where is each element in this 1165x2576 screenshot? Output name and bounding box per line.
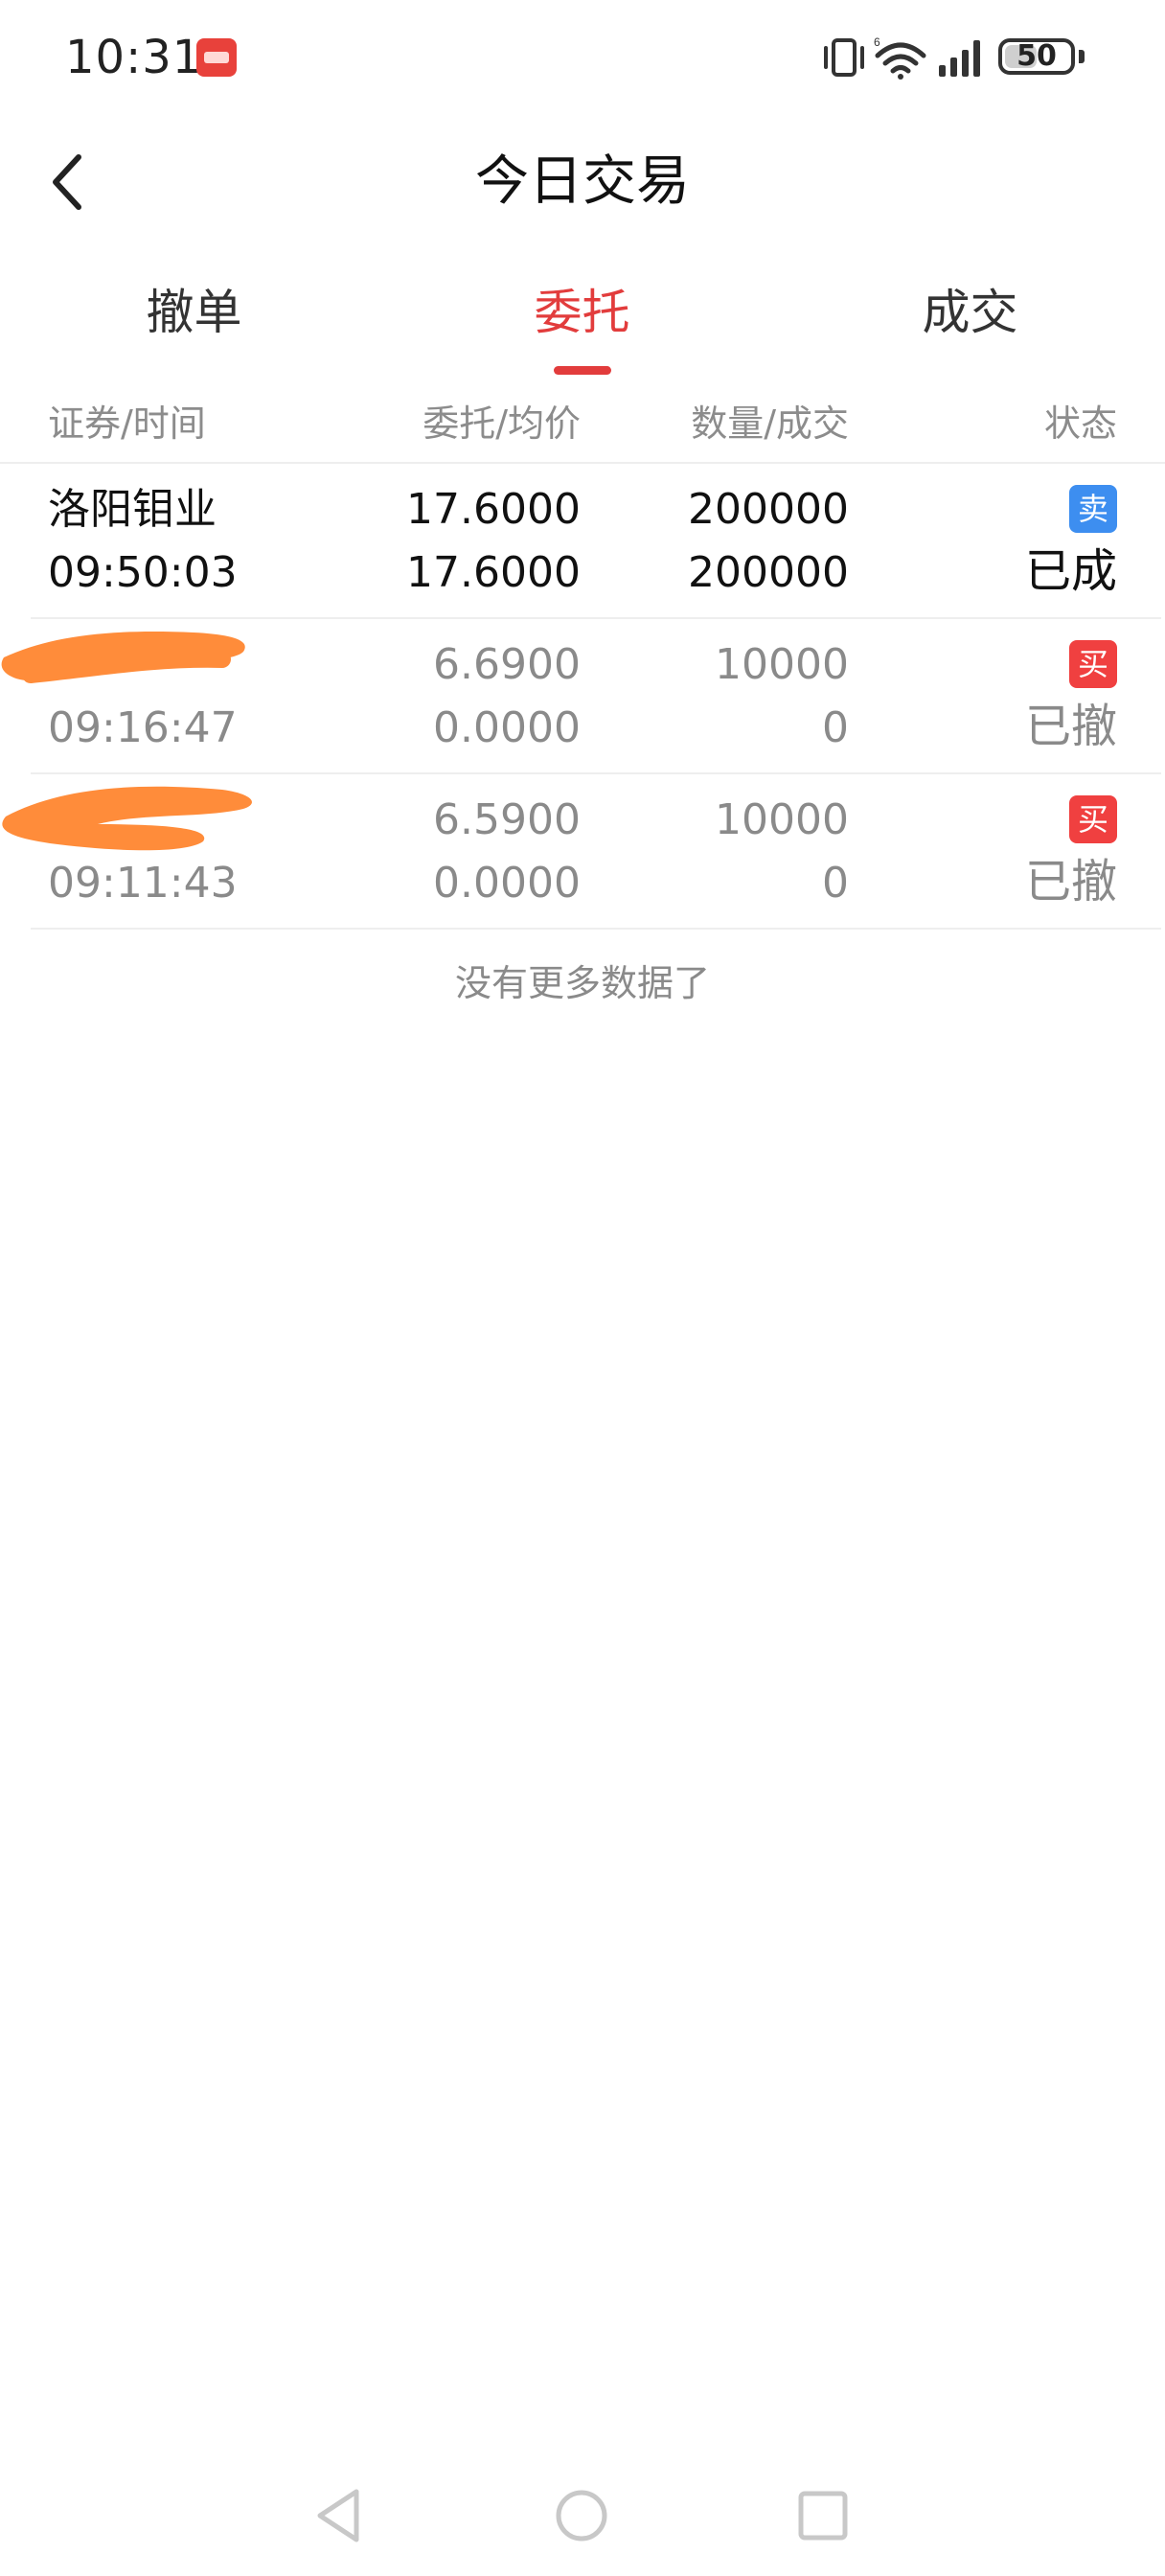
- order-price: 6.6900: [433, 640, 581, 689]
- table-row[interactable]: 09:11:43 6.5900 0.0000 10000 0 买 已撤: [2, 774, 1161, 930]
- column-header-status: 状态: [1043, 402, 1117, 445]
- order-time: 09:11:43: [48, 859, 238, 908]
- redaction-scribble: [2, 786, 252, 851]
- average-price: 17.6000: [406, 548, 581, 597]
- battery-icon: 50: [998, 38, 1075, 75]
- system-navigation-bar: [0, 2453, 1165, 2568]
- circle-home-icon[interactable]: [548, 2482, 615, 2549]
- column-header-quantity: 数量/成交: [691, 402, 849, 445]
- table-header: 证券/时间 委托/均价 数量/成交 状态: [0, 393, 1165, 464]
- header: 今日交易: [0, 125, 1165, 240]
- order-quantity: 200000: [688, 485, 849, 534]
- battery-level: 50: [1017, 39, 1057, 73]
- order-status: 已撤: [1024, 700, 1117, 753]
- status-bar: 10:31 6 50: [0, 0, 1165, 115]
- sell-badge: 卖: [1069, 485, 1117, 533]
- security-name: 洛阳钼业: [48, 485, 217, 534]
- buy-badge: 买: [1069, 795, 1117, 843]
- order-quantity: 10000: [715, 640, 849, 689]
- battery-tip: [1079, 50, 1085, 63]
- filled-quantity: 200000: [688, 548, 849, 597]
- column-header-price: 委托/均价: [423, 402, 581, 445]
- order-time: 09:16:47: [48, 703, 238, 752]
- tab-cancel-order[interactable]: 撤单: [0, 282, 388, 343]
- filled-quantity: 0: [822, 859, 849, 908]
- order-price: 6.5900: [433, 795, 581, 844]
- filled-quantity: 0: [822, 703, 849, 752]
- wifi-icon: 6: [874, 35, 926, 80]
- active-tab-indicator: [554, 366, 611, 375]
- order-price: 17.6000: [406, 485, 581, 534]
- table-row[interactable]: 09:16:47 6.6900 0.0000 10000 0 买 已撤: [1, 619, 1161, 774]
- order-status: 已撤: [1024, 855, 1117, 908]
- order-time: 09:50:03: [48, 548, 238, 597]
- order-status: 已成: [1024, 544, 1117, 598]
- square-recent-icon[interactable]: [789, 2482, 857, 2549]
- vibrate-icon: [824, 38, 864, 77]
- no-more-data-text: 没有更多数据了: [454, 962, 710, 1004]
- average-price: 0.0000: [433, 703, 581, 752]
- column-header-security: 证券/时间: [48, 402, 206, 445]
- order-quantity: 10000: [715, 795, 849, 844]
- average-price: 0.0000: [433, 859, 581, 908]
- triangle-back-icon[interactable]: [307, 2482, 374, 2549]
- network-label: 6: [874, 35, 880, 49]
- tab-orders[interactable]: 委托: [388, 282, 776, 343]
- app-notification-icon: [196, 38, 237, 77]
- buy-badge: 买: [1069, 640, 1117, 688]
- page-title: 今日交易: [475, 150, 690, 213]
- signal-icon: [939, 40, 980, 77]
- tab-bar: 撤单 委托 成交: [0, 268, 1165, 383]
- redaction-scribble: [1, 632, 245, 683]
- tab-deals[interactable]: 成交: [776, 282, 1164, 343]
- table-row[interactable]: 洛阳钼业 09:50:03 17.6000 17.6000 200000 200…: [31, 464, 1161, 619]
- status-time: 10:31: [65, 31, 203, 84]
